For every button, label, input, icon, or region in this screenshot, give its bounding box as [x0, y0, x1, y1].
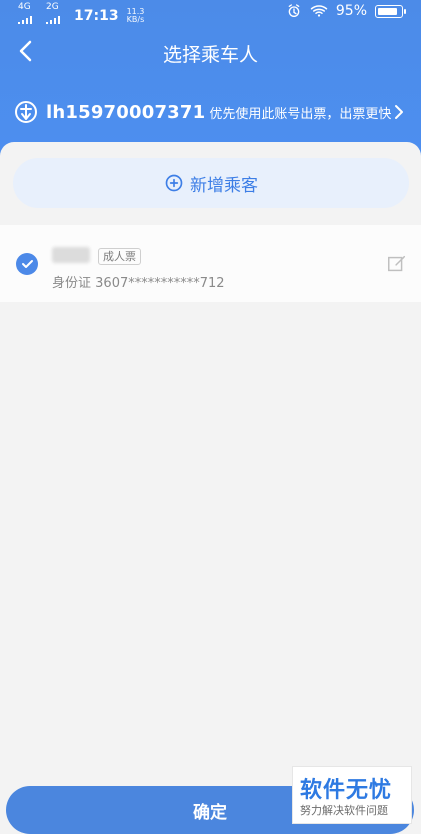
add-circle-icon [165, 174, 183, 192]
add-passenger-button[interactable]: 新增乘客 [13, 158, 409, 208]
signal-icon-2 [46, 16, 60, 24]
chevron-right-icon [395, 105, 403, 119]
speed-unit: KB/s [126, 14, 145, 24]
alarm-icon [288, 4, 300, 17]
passenger-id-line: 身份证 3607***********712 [52, 272, 225, 291]
watermark-subtitle: 努力解决软件问题 [300, 804, 388, 817]
status-left: 4G 2G 17:13 11.3 KB/s [18, 3, 144, 28]
battery-percent: 95% [335, 3, 367, 19]
account-username: lh15970007371 [46, 101, 206, 123]
passenger-name-redacted [52, 247, 90, 263]
network-type-4g: 4G [18, 2, 31, 12]
account-tip: 优先使用此账号出票，出票更快 [209, 106, 392, 122]
status-time: 17:13 [74, 7, 119, 24]
passenger-checkbox[interactable] [16, 253, 38, 275]
watermark-logo: 软件无忧 努力解决软件问题 [292, 766, 412, 824]
rail-logo-icon [15, 101, 37, 123]
signal-group-2: 2G [46, 3, 66, 28]
network-speed: 11.3 KB/s [126, 7, 145, 24]
signal-icon [18, 16, 32, 24]
status-right: 95% [286, 3, 406, 19]
id-number: 3607***********712 [95, 276, 225, 291]
app-header: 4G 2G 17:13 11.3 KB/s 95% 选择乘车人 lh159700… [0, 0, 421, 165]
wifi-icon [310, 5, 328, 17]
checkmark-icon [22, 260, 33, 268]
id-label: 身份证 [52, 276, 92, 291]
network-type-2g: 2G [46, 2, 59, 12]
ticket-type-badge: 成人票 [98, 248, 141, 265]
watermark-title: 软件无忧 [300, 778, 393, 803]
account-row[interactable]: lh15970007371 优先使用此账号出票，出票更快 [14, 100, 412, 124]
add-passenger-label: 新增乘客 [190, 175, 258, 196]
signal-group: 4G [18, 3, 38, 28]
battery-icon [375, 4, 406, 18]
passenger-item[interactable]: 成人票 身份证 3607***********712 [0, 225, 421, 302]
edit-icon[interactable] [386, 253, 408, 275]
status-bar: 4G 2G 17:13 11.3 KB/s 95% [0, 0, 421, 24]
page-title: 选择乘车人 [162, 44, 258, 66]
